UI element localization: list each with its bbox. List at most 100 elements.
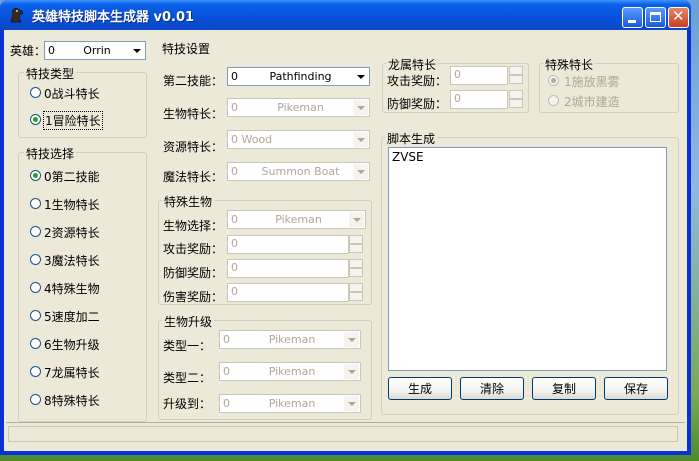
chevron-down-icon[interactable] [344, 396, 359, 411]
client-area: 英雄： 0 Orrin 特技类型 0战斗特长 1冒险特长 特技选择 0第二技能 1… [4, 30, 687, 451]
chevron-down-icon[interactable] [349, 212, 364, 227]
sc-defense-spinner[interactable] [349, 259, 363, 278]
sc-damage-label: 伤害奖励： [163, 290, 224, 304]
dragon-attack-input[interactable]: 0 [450, 66, 508, 85]
dragon-defense-spinner[interactable] [509, 90, 523, 109]
horse-head-icon [10, 7, 24, 23]
specialty-select-option-1[interactable]: 1生物特长 [44, 196, 100, 213]
chevron-down-icon[interactable] [129, 43, 144, 58]
sc-attack-spinner[interactable] [349, 235, 363, 254]
specialty-select-option-7[interactable]: 7龙属特长 [44, 364, 100, 381]
chevron-down-icon[interactable] [353, 69, 368, 84]
close-icon: ✕ [672, 7, 685, 25]
chevron-down-icon[interactable] [353, 100, 368, 115]
upgrade-to-combo[interactable]: 0 Pikeman [219, 394, 361, 413]
secondary-skill-name: Pathfinding [269, 70, 332, 83]
sc-damage-input[interactable]: 0 [227, 283, 349, 302]
specialty-type-radio-1[interactable] [30, 114, 41, 125]
resource-specialty-combo[interactable]: 0 Wood [227, 130, 370, 149]
upgrade-to-label: 升级到： [163, 397, 212, 411]
specialty-select-option-2[interactable]: 2资源特长 [44, 224, 100, 241]
specialty-select-option-4[interactable]: 4特殊生物 [44, 280, 100, 297]
secondary-skill-label: 第二技能： [163, 74, 224, 88]
creature-select-value: 0 [231, 213, 238, 226]
script-textarea[interactable]: ZVSE [388, 147, 667, 371]
creature-select-name: Pikeman [275, 213, 322, 226]
chevron-down-icon[interactable] [353, 132, 368, 147]
minimize-button[interactable] [622, 7, 643, 28]
specialty-select-option-5[interactable]: 5速度加二 [44, 308, 100, 325]
specialty-select-radio-1[interactable] [30, 198, 41, 209]
specialty-type-option-0[interactable]: 0战斗特长 [44, 85, 100, 102]
specialty-select-option-8[interactable]: 8特殊特长 [44, 392, 100, 409]
secondary-skill-value: 0 [231, 70, 238, 83]
type-two-combo[interactable]: 0 Pikeman [219, 362, 361, 381]
specialty-select-option-3[interactable]: 3魔法特长 [44, 252, 100, 269]
close-button[interactable]: ✕ [668, 7, 689, 28]
sc-defense-input[interactable]: 0 [227, 259, 349, 278]
specialty-select-radio-4[interactable] [30, 282, 41, 293]
specialty-select-label: 特技选择 [24, 145, 77, 162]
resource-specialty-label: 资源特长： [163, 140, 224, 154]
chevron-down-icon[interactable] [344, 332, 359, 347]
specialty-select-radio-0[interactable] [30, 170, 41, 181]
sc-attack-input[interactable]: 0 [227, 235, 349, 254]
sc-damage-spinner[interactable] [349, 283, 363, 302]
sc-defense-label: 防御奖励： [163, 266, 224, 280]
specialty-type-option-1[interactable]: 1冒险特长 [43, 111, 103, 130]
hero-label: 英雄： [10, 44, 47, 58]
special-specialty-radio-0[interactable] [548, 75, 559, 86]
magic-specialty-combo[interactable]: 0 Summon Boat [227, 162, 370, 181]
specialty-type-radio-0[interactable] [30, 87, 41, 98]
chevron-down-icon[interactable] [353, 164, 368, 179]
upgrade-to-value: 0 [223, 397, 230, 410]
specialty-type-label: 特技类型 [24, 65, 77, 82]
specialty-select-option-0[interactable]: 0第二技能 [44, 168, 100, 185]
type-two-label: 类型二： [163, 371, 212, 385]
clear-button[interactable]: 清除 [460, 377, 524, 400]
specialty-select-radio-2[interactable] [30, 226, 41, 237]
hero-combo[interactable]: 0 Orrin [44, 41, 146, 60]
specialty-select-radio-3[interactable] [30, 254, 41, 265]
type-one-value: 0 [223, 333, 230, 346]
upgrade-to-name: Pikeman [268, 397, 316, 410]
creature-specialty-value: 0 [231, 101, 238, 114]
generate-button[interactable]: 生成 [388, 377, 452, 400]
magic-specialty-name: Summon Boat [261, 165, 340, 178]
type-two-value: 0 [223, 365, 230, 378]
special-specialty-option-1[interactable]: 2城市建造 [564, 93, 620, 110]
specialty-select-radio-6[interactable] [30, 338, 41, 349]
dragon-specialty-label: 龙属特长 [386, 56, 439, 73]
title-bar[interactable]: 英雄特技脚本生成器 v0.01 ✕ [0, 0, 691, 30]
secondary-skill-combo[interactable]: 0 Pathfinding [227, 67, 370, 86]
resource-specialty-value: 0 Wood [231, 133, 273, 146]
creature-specialty-label: 生物特长： [163, 107, 224, 121]
dragon-attack-spinner[interactable] [509, 66, 523, 85]
type-two-name: Pikeman [268, 365, 316, 378]
hero-value: 0 [48, 44, 55, 57]
magic-specialty-value: 0 [231, 165, 238, 178]
special-creature-label: 特殊生物 [162, 193, 215, 210]
hero-name: Orrin [83, 44, 111, 57]
specialty-select-radio-8[interactable] [30, 394, 41, 405]
type-one-name: Pikeman [268, 333, 316, 346]
maximize-icon [650, 12, 661, 22]
creature-specialty-combo[interactable]: 0 Pikeman [227, 98, 370, 117]
save-button[interactable]: 保存 [604, 377, 668, 400]
sc-attack-label: 攻击奖励： [163, 242, 224, 256]
copy-button[interactable]: 复制 [532, 377, 596, 400]
specialty-select-radio-5[interactable] [30, 310, 41, 321]
type-one-combo[interactable]: 0 Pikeman [219, 330, 361, 349]
special-specialty-label: 特殊特长 [543, 56, 596, 73]
status-bar [6, 422, 685, 445]
special-specialty-radio-1[interactable] [548, 95, 559, 106]
specialty-select-radio-7[interactable] [30, 366, 41, 377]
specialty-select-option-6[interactable]: 6生物升级 [44, 336, 100, 353]
special-specialty-option-0[interactable]: 1施放黑雾 [564, 73, 620, 90]
maximize-button[interactable] [645, 7, 666, 28]
magic-specialty-label: 魔法特长： [163, 170, 224, 184]
creature-select-combo[interactable]: 0 Pikeman [227, 210, 366, 229]
script-label: 脚本生成 [385, 130, 438, 147]
chevron-down-icon[interactable] [344, 364, 359, 379]
dragon-defense-input[interactable]: 0 [450, 90, 508, 109]
